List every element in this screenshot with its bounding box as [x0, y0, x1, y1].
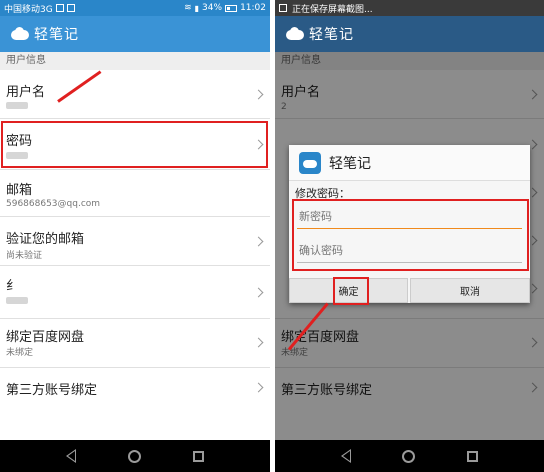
item-title: 密码 [6, 134, 33, 149]
confirm-button[interactable]: 确定 [289, 278, 408, 303]
chevron-right-icon [253, 236, 264, 247]
section-header: 用户信息 [0, 52, 270, 70]
recent-apps-icon[interactable] [467, 450, 479, 462]
app-logo-icon [299, 151, 321, 174]
clock-text: 11:02 [240, 3, 266, 13]
navigation-bar [0, 440, 270, 472]
battery-percent: 34% [202, 3, 223, 13]
list-item-baidu-pan[interactable]: 绑定百度网盘 未绑定 [0, 319, 270, 368]
home-icon[interactable] [402, 449, 416, 463]
phone-screen-left: 中国移动3G ≋ ▮ 34% 11:02 轻笔记 用户信息 用户名 密码 邮箱 … [0, 0, 270, 472]
back-icon[interactable] [340, 449, 351, 463]
app-bar: 轻笔记 [275, 16, 544, 52]
item-subtitle: 未绑定 [6, 348, 34, 358]
chevron-right-icon [253, 139, 264, 150]
phone-screen-right: 正在保存屏幕截图... 轻笔记 用户信息 用户名 2 绑定百度网盘 未绑定 第三… [275, 0, 544, 472]
notification-icon [55, 4, 64, 12]
chevron-right-icon [253, 337, 264, 348]
list-item-email[interactable]: 邮箱 596868653@qq.com [0, 170, 270, 217]
battery-icon [225, 4, 238, 12]
navigation-bar [275, 440, 544, 472]
item-title: 纟 [6, 279, 20, 294]
item-title: 绑定百度网盘 [6, 330, 85, 345]
wifi-icon: ≋ [184, 3, 192, 13]
dialog-header: 轻笔记 [289, 145, 530, 181]
list-item-verify-email[interactable]: 验证您的邮箱 尚未验证 [0, 217, 270, 266]
status-bar: 正在保存屏幕截图... [275, 0, 544, 16]
recent-apps-icon[interactable] [193, 450, 204, 462]
item-title: 验证您的邮箱 [6, 232, 85, 247]
chevron-right-icon [253, 382, 264, 393]
screenshot-icon [279, 4, 287, 12]
app-bar: 轻笔记 [0, 16, 270, 52]
confirm-password-input[interactable] [297, 239, 522, 263]
chevron-right-icon [253, 287, 264, 298]
list-item-third-party[interactable]: 第三方账号绑定 [0, 368, 270, 408]
cloud-logo-icon [283, 27, 305, 41]
list-item-username[interactable]: 用户名 [0, 70, 270, 119]
notification-icon [66, 4, 75, 12]
new-password-input[interactable] [297, 205, 522, 229]
back-icon[interactable] [66, 449, 76, 463]
item-subtitle: 尚未验证 [6, 251, 43, 261]
item-title: 邮箱 [6, 183, 33, 198]
home-icon[interactable] [128, 449, 141, 463]
cancel-button[interactable]: 取消 [410, 278, 530, 303]
status-notification: 正在保存屏幕截图... [292, 4, 373, 15]
carrier-text: 中国移动3G [4, 4, 53, 15]
item-title: 第三方账号绑定 [6, 383, 98, 398]
list-item-redacted[interactable]: 纟 [0, 266, 270, 319]
status-bar: 中国移动3G ≋ ▮ 34% 11:02 [0, 0, 270, 16]
chevron-right-icon [253, 89, 264, 100]
change-password-dialog: 轻笔记 修改密码： 确定 取消 [289, 145, 530, 303]
app-title: 轻笔记 [309, 27, 354, 43]
dialog-label: 修改密码： [295, 187, 350, 200]
list-item-password[interactable]: 密码 [0, 119, 270, 170]
item-title: 用户名 [6, 85, 46, 100]
dialog-title: 轻笔记 [329, 155, 371, 172]
signal-icon: ▮ [194, 3, 200, 13]
redacted-value [6, 152, 28, 159]
redacted-value [6, 102, 28, 109]
app-title: 轻笔记 [34, 27, 79, 43]
cloud-logo-icon [8, 27, 30, 41]
item-subtitle: 596868653@qq.com [6, 199, 101, 209]
redacted-value [6, 297, 28, 304]
